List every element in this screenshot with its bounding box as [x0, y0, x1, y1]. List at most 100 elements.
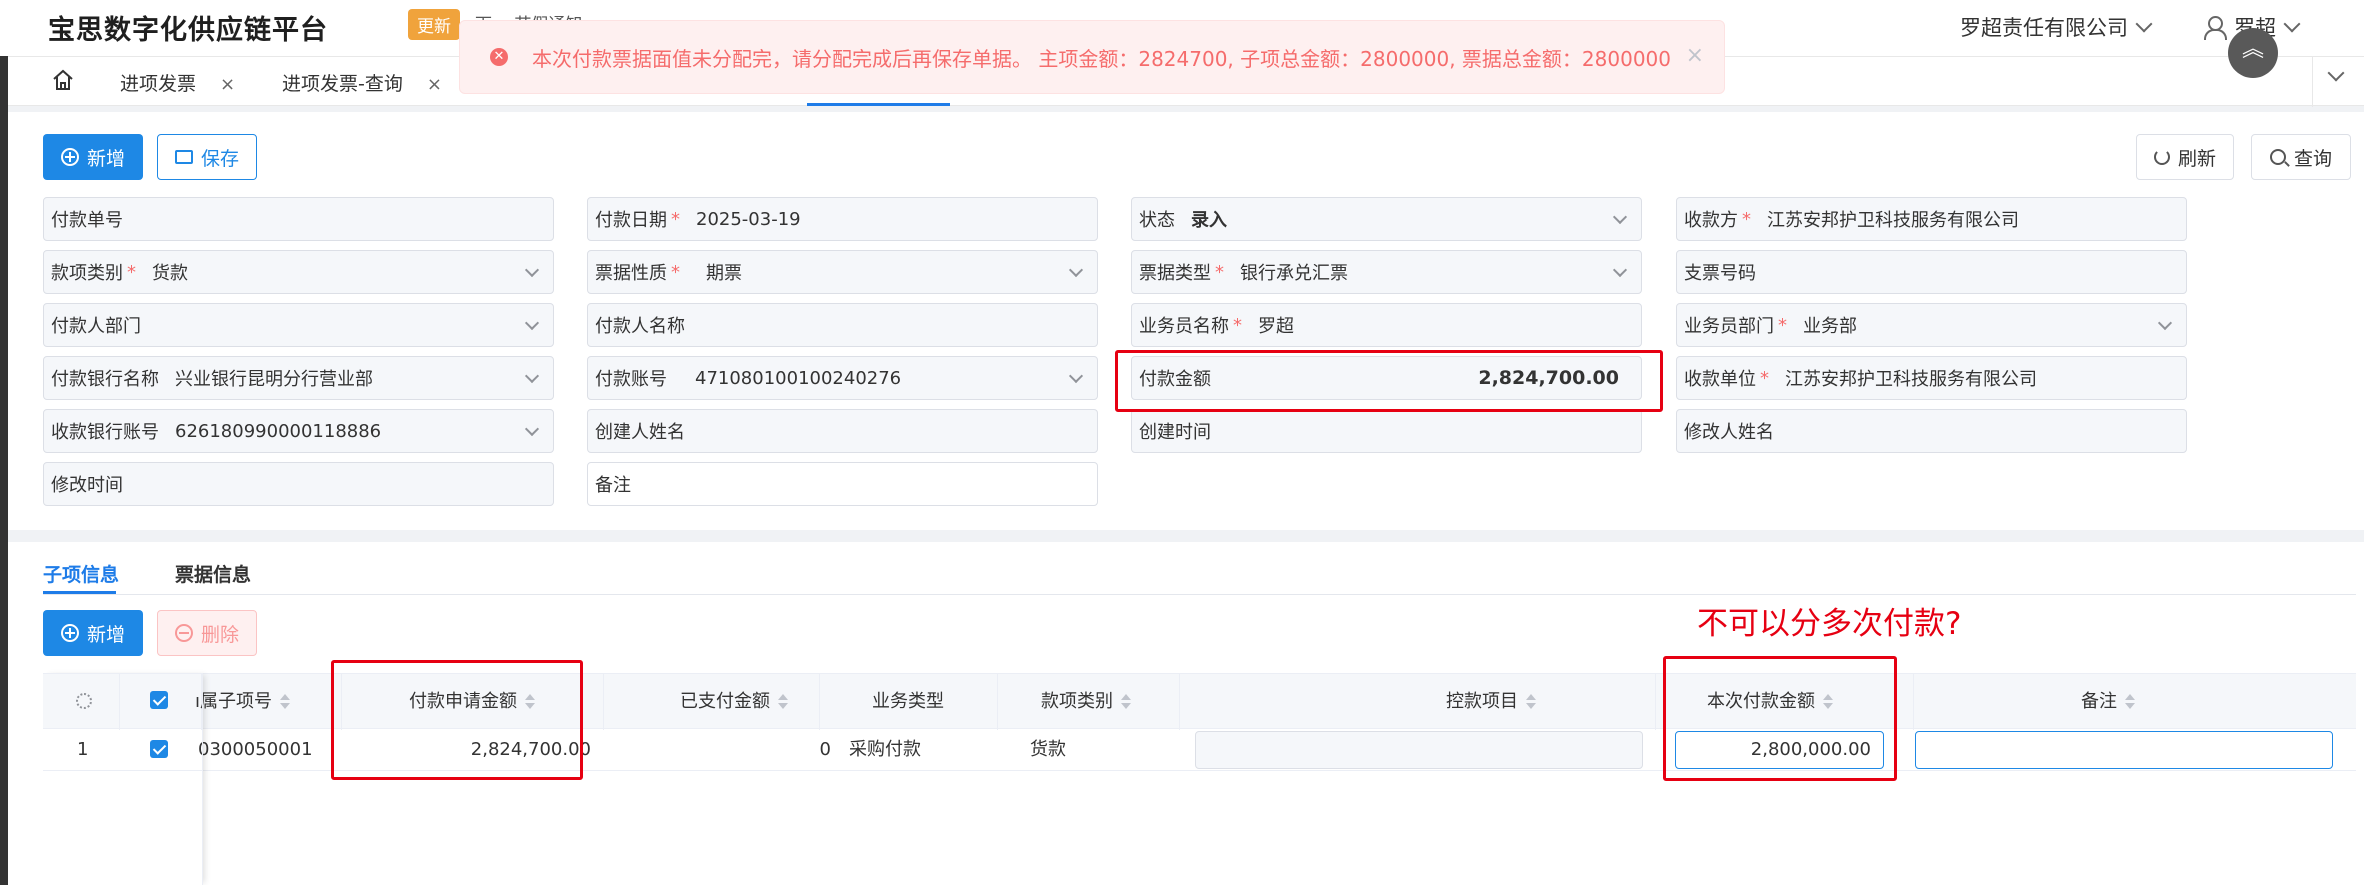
salesman-field[interactable]: 业务员名称 * 罗超	[1131, 303, 1642, 347]
bill-type-field[interactable]: 票据类型 * 银行承兑汇票	[1131, 250, 1642, 294]
payer-name-field[interactable]: 付款人名称	[587, 303, 1098, 347]
col-item-no[interactable]: ı属子项号	[193, 674, 333, 730]
field-label: 业务员名称	[1139, 316, 1229, 337]
remark-field[interactable]: 备注	[587, 462, 1098, 506]
chevron-down-icon	[1068, 262, 1084, 278]
tab-bills[interactable]: 票据信息	[175, 560, 251, 587]
fund-type-field[interactable]: 款项类别 * 货款	[43, 250, 554, 294]
pay-no-field[interactable]: 付款单号	[43, 197, 554, 241]
add-button[interactable]: 新增	[43, 134, 143, 180]
left-edge	[0, 56, 8, 885]
sort-icon[interactable]	[778, 694, 788, 710]
pay-bank-field[interactable]: 付款银行名称 兴业银行昆明分行营业部	[43, 356, 554, 400]
receiver-unit-field[interactable]: 收款单位 * 江苏安邦护卫科技服务有限公司	[1676, 356, 2187, 400]
field-value: 录入	[1191, 210, 1227, 231]
add-item-button[interactable]: 新增	[43, 610, 143, 656]
plus-circle-icon	[60, 624, 79, 642]
field-label: 状态	[1139, 210, 1175, 231]
divider	[2312, 57, 2313, 107]
field-label: 业务员部门	[1684, 316, 1774, 337]
close-icon[interactable]: ×	[220, 74, 235, 95]
tab-invoice[interactable]: 进项发票 ×	[120, 69, 235, 96]
field-label: 修改时间	[51, 475, 123, 496]
tab-label: 进项发票	[120, 73, 197, 95]
highlight-box	[331, 660, 583, 780]
chevron-down-icon	[524, 315, 540, 331]
close-icon[interactable]: ×	[1686, 43, 1704, 68]
field-value: 江苏安邦护卫科技服务有限公司	[1767, 210, 2019, 231]
refresh-icon	[2153, 149, 2170, 165]
payer-dept-field[interactable]: 付款人部门	[43, 303, 554, 347]
chevron-down-icon	[2135, 15, 2153, 33]
col-biz-type: 业务类型	[819, 674, 997, 730]
active-tab-indicator	[807, 103, 950, 106]
remark-input[interactable]	[1915, 731, 2333, 769]
field-value: 626180990000118886	[175, 420, 382, 442]
field-label: 票据类型	[1139, 263, 1211, 284]
refresh-button[interactable]: 刷新	[2136, 134, 2234, 180]
chevron-down-icon[interactable]	[2327, 64, 2345, 82]
home-icon[interactable]	[52, 69, 74, 91]
sort-icon[interactable]	[1526, 694, 1536, 710]
check-no-field[interactable]: 支票号码	[1676, 250, 2187, 294]
chevron-down-icon	[2283, 15, 2301, 33]
recv-account-field[interactable]: 收款银行账号 626180990000118886	[43, 409, 554, 453]
salesman-dept-field[interactable]: 业务员部门 * 业务部	[1676, 303, 2187, 347]
field-value: 江苏安邦护卫科技服务有限公司	[1785, 369, 2037, 390]
field-label: 创建时间	[1139, 422, 1211, 443]
collapse-icon[interactable]: ︽	[2228, 28, 2278, 78]
payee-field[interactable]: 收款方 * 江苏安邦护卫科技服务有限公司	[1676, 197, 2187, 241]
field-value: 货款	[152, 263, 188, 284]
field-label: 款项类别	[51, 263, 123, 284]
field-label: 付款单号	[51, 210, 123, 231]
company-selector[interactable]: 罗超责任有限公司	[1960, 12, 2153, 42]
delete-item-button[interactable]: 删除	[157, 610, 257, 656]
chevron-down-icon	[1612, 262, 1628, 278]
tab-items[interactable]: 子项信息	[43, 560, 119, 587]
update-badge[interactable]: 更新	[408, 9, 460, 40]
refresh-label: 刷新	[2177, 147, 2216, 170]
field-value: 罗超	[1258, 316, 1294, 337]
col-fund-type[interactable]: 款项类别	[997, 674, 1175, 730]
create-time-field[interactable]: 创建时间	[1131, 409, 1642, 453]
col-remark[interactable]: 备注	[1913, 674, 2303, 730]
fixed-column-shadow	[43, 673, 203, 885]
sort-icon[interactable]	[2125, 694, 2135, 710]
modifier-field[interactable]: 修改人姓名	[1676, 409, 2187, 453]
header-label: 业务类型	[872, 691, 944, 712]
tab-invoice-query[interactable]: 进项发票-查询 ×	[282, 69, 442, 96]
annotation-text: 不可以分多次付款?	[1697, 606, 1962, 642]
bill-nature-field[interactable]: 票据性质 * 期票	[587, 250, 1098, 294]
creator-field[interactable]: 创建人姓名	[587, 409, 1098, 453]
header-label: 已支付金额	[680, 691, 770, 712]
add-label: 新增	[86, 147, 125, 170]
query-button[interactable]: 查询	[2251, 134, 2351, 180]
cell-paid-amount: 0	[819, 739, 831, 760]
modify-time-field[interactable]: 修改时间	[43, 462, 554, 506]
header-label: 控款项目	[1446, 691, 1518, 712]
sort-icon[interactable]	[280, 694, 291, 710]
highlight-box	[1115, 350, 1663, 412]
tab-label: 进项发票-查询	[282, 73, 403, 95]
close-icon[interactable]: ×	[427, 74, 442, 95]
field-label: 修改人姓名	[1684, 422, 1774, 443]
field-label: 付款日期	[595, 210, 667, 231]
pay-account-field[interactable]: 付款账号 471080100100240276	[587, 356, 1098, 400]
field-label: 付款人部门	[51, 316, 141, 337]
app-title: 宝思数字化供应链平台	[48, 15, 328, 46]
save-button[interactable]: 保存	[157, 134, 257, 180]
pay-date-field[interactable]: 付款日期 * 2025-03-19	[587, 197, 1098, 241]
chevron-down-icon	[524, 421, 540, 437]
sort-icon[interactable]	[1121, 694, 1131, 710]
folder-icon	[174, 150, 193, 164]
add-label: 新增	[86, 623, 125, 646]
field-value: 2025-03-19	[696, 208, 801, 230]
field-label: 付款银行名称	[51, 369, 159, 390]
cell-fund-type: 货款	[1030, 739, 1066, 760]
field-label: 付款人名称	[595, 316, 685, 337]
status-field[interactable]: 状态 录入	[1131, 197, 1642, 241]
error-alert: ✕ 本次付款票据面值未分配完，请分配完成后再保存单据。 主项金额：2824700…	[459, 20, 1725, 94]
field-value: 银行承兑汇票	[1240, 263, 1348, 284]
header-label: 款项类别	[1041, 691, 1113, 712]
control-item-input[interactable]	[1195, 731, 1643, 769]
